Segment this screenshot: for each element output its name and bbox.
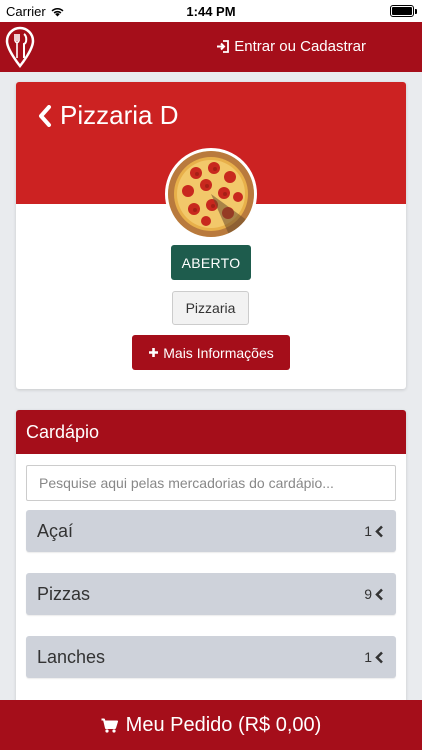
my-order-button[interactable]: Meu Pedido (R$ 0,00) bbox=[0, 700, 422, 750]
status-bar: Carrier 1:44 PM bbox=[0, 0, 422, 22]
clock: 1:44 PM bbox=[186, 4, 236, 19]
more-info-label: Mais Informações bbox=[163, 344, 274, 361]
chevron-left-icon bbox=[39, 104, 51, 127]
menu-category-name: Lanches bbox=[37, 646, 106, 667]
store-avatar bbox=[165, 148, 257, 240]
back-button[interactable]: Pizzaria D bbox=[38, 100, 178, 131]
chevron-left-icon bbox=[375, 525, 383, 537]
menu-category-lanches[interactable]: Lanches 1 bbox=[26, 636, 396, 678]
sign-in-icon bbox=[217, 40, 230, 53]
my-order-label: Meu Pedido (R$ 0,00) bbox=[125, 713, 322, 736]
menu-search-input[interactable] bbox=[26, 465, 396, 501]
menu-category-name: Pizzas bbox=[37, 583, 91, 604]
menu-category-count: 1 bbox=[364, 649, 372, 665]
menu-category-count: 9 bbox=[364, 586, 372, 602]
menu-category-acai[interactable]: Açaí 1 bbox=[26, 510, 396, 552]
plus-icon bbox=[149, 348, 159, 357]
login-label: Entrar ou Cadastrar bbox=[234, 38, 366, 55]
menu-card: Cardápio Açaí 1 Pizzas 9 Lanches 1 bbox=[16, 410, 406, 710]
pizza-image bbox=[168, 151, 254, 237]
menu-category-name: Açaí bbox=[37, 520, 74, 541]
app-header: Entrar ou Cadastrar bbox=[0, 22, 422, 72]
restaurant-logo-icon[interactable] bbox=[4, 26, 36, 68]
shopping-cart-icon bbox=[101, 718, 118, 733]
login-link[interactable]: Entrar ou Cadastrar bbox=[216, 38, 366, 55]
more-info-button[interactable]: Mais Informações bbox=[132, 335, 290, 370]
chevron-left-icon bbox=[375, 651, 383, 663]
battery-icon bbox=[390, 5, 417, 17]
menu-title: Cardápio bbox=[16, 410, 406, 454]
chevron-left-icon bbox=[375, 588, 383, 600]
store-name: Pizzaria D bbox=[60, 100, 179, 130]
menu-category-count: 1 bbox=[364, 523, 372, 539]
open-status-badge: ABERTO bbox=[171, 245, 251, 280]
menu-category-pizzas[interactable]: Pizzas 9 bbox=[26, 573, 396, 615]
store-card: Pizzaria D ABERTO Pizzaria Mais Informaç… bbox=[16, 82, 406, 389]
category-badge[interactable]: Pizzaria bbox=[172, 291, 249, 325]
